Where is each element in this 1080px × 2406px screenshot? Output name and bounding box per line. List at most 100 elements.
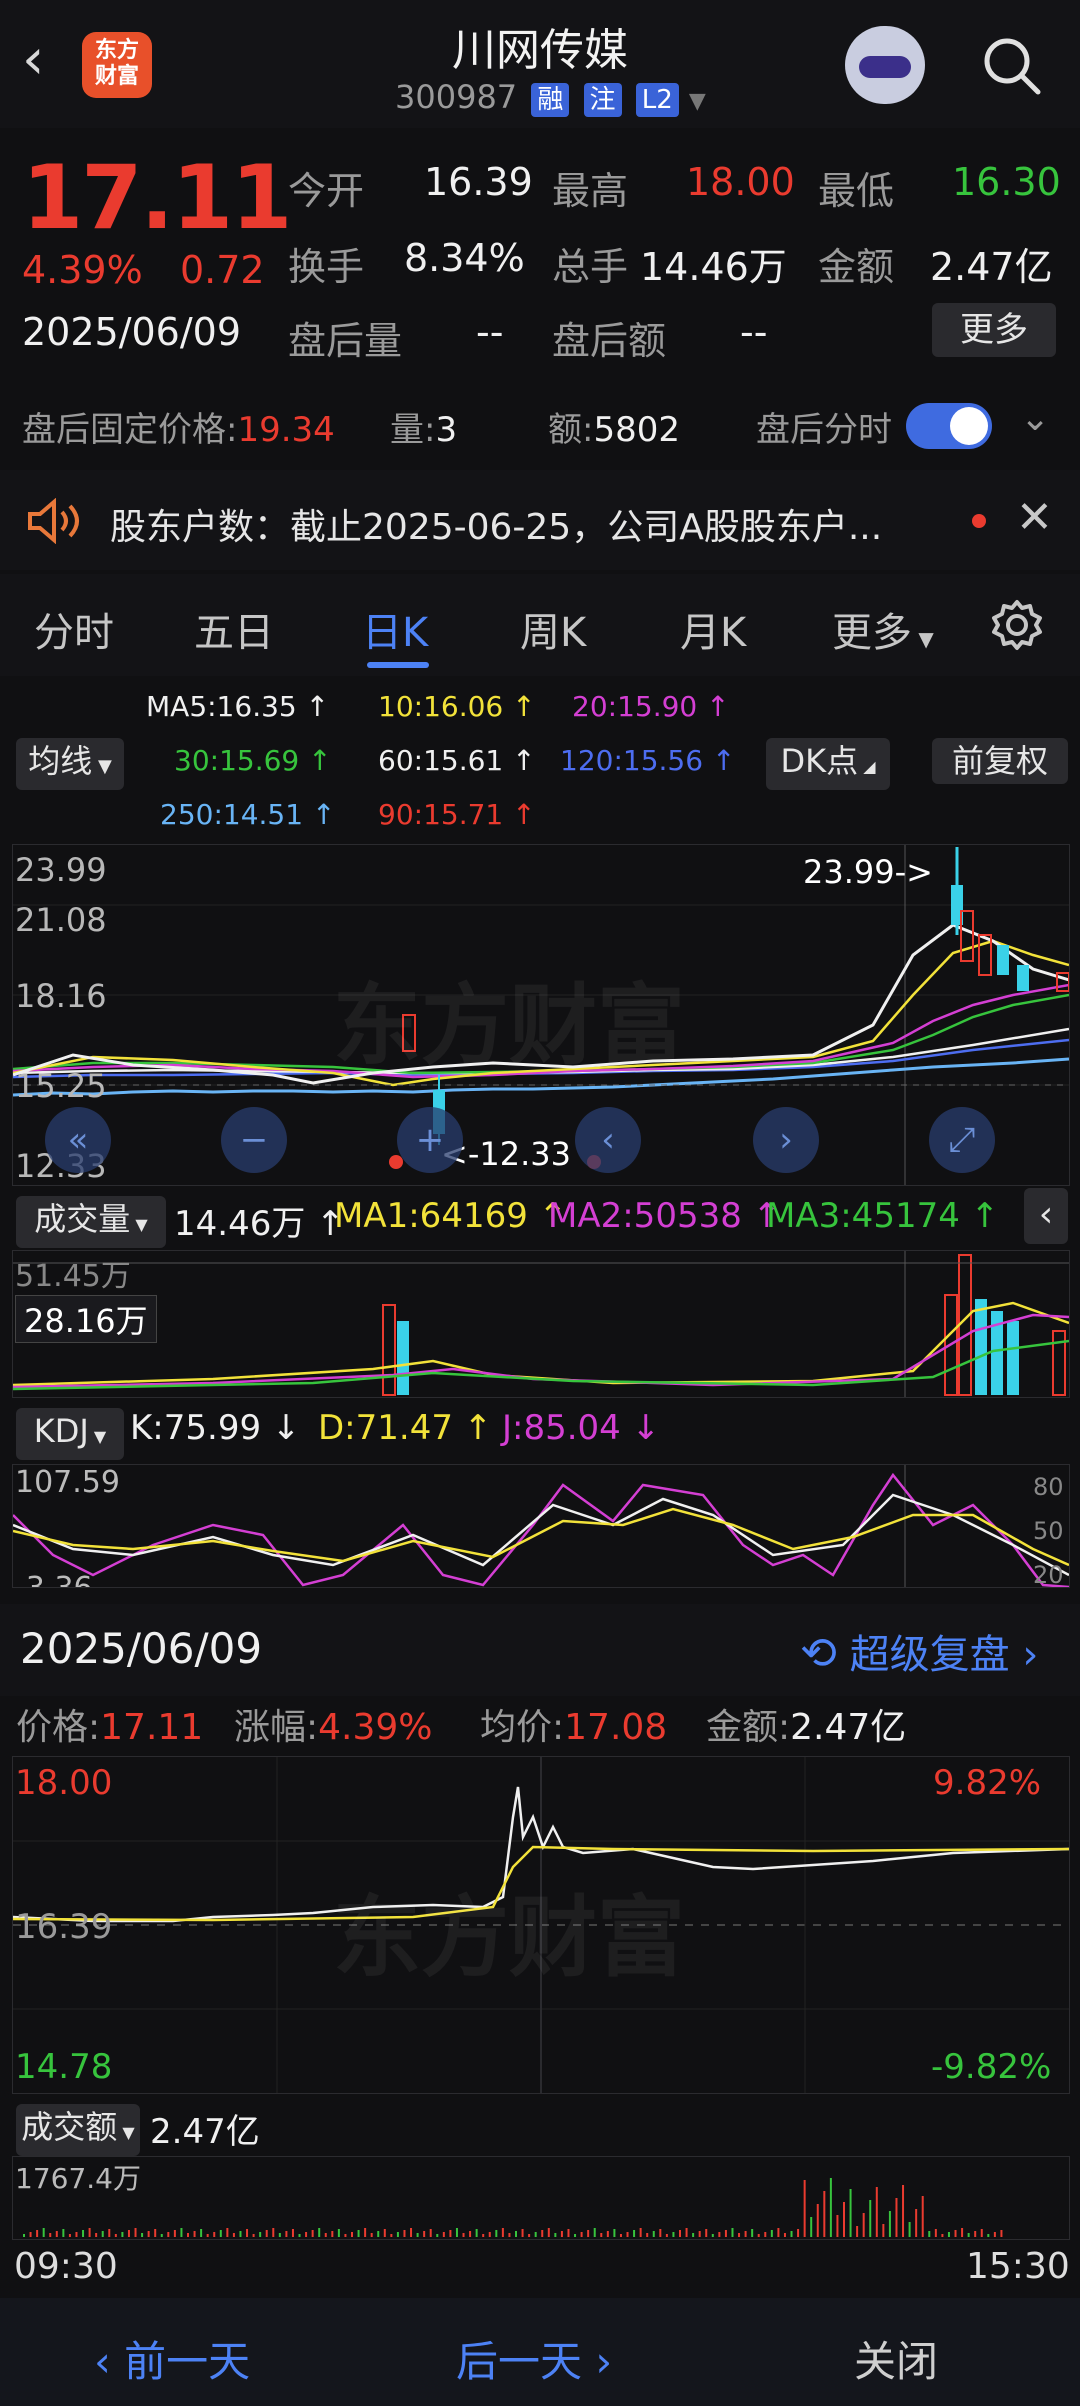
amount-bar xyxy=(252,2234,255,2237)
tab-monthly-k[interactable]: 月K xyxy=(680,600,746,658)
amount-indicator-button[interactable]: 成交额 ▼ xyxy=(16,2104,140,2156)
amount-bar xyxy=(187,2233,189,2237)
close-icon[interactable]: ✕ xyxy=(1016,492,1053,543)
fullscreen-icon[interactable]: ⤢ xyxy=(929,1107,995,1173)
kdj-axis-top: 107.59 xyxy=(15,1465,120,1500)
intraday-low: 14.78 xyxy=(15,2047,113,2087)
turnover-label: 换手 xyxy=(288,245,365,289)
detail-header: 2025/06/09 ⟲ 超级复盘 › xyxy=(0,1604,1080,1696)
tab-five-day[interactable]: 五日 xyxy=(194,600,274,658)
close-button[interactable]: 关闭 xyxy=(854,2328,938,2389)
amount-bar xyxy=(95,2233,98,2237)
amount-bar xyxy=(692,2233,695,2237)
ma-settings-button[interactable]: 均线 ▼ xyxy=(16,738,124,790)
kdj-indicator-button[interactable]: KDJ ▼ xyxy=(16,1408,124,1460)
amount-bar xyxy=(42,2228,45,2237)
chevron-left-icon[interactable]: ‹ xyxy=(575,1107,641,1173)
ah-price: 19.34 xyxy=(237,410,335,450)
amount-bar xyxy=(718,2232,721,2237)
volume-chart: 51.45万 28.16万 xyxy=(12,1250,1070,1398)
amount-bar xyxy=(534,2232,537,2237)
amount-bar xyxy=(515,2231,517,2237)
zoom-in-icon[interactable]: + xyxy=(397,1107,463,1173)
chevron-right-icon: › xyxy=(1022,1632,1039,1678)
amount-bar xyxy=(843,2202,845,2237)
previous-day-button[interactable]: ‹ 前一天 xyxy=(94,2328,250,2389)
super-replay-link[interactable]: ⟲ 超级复盘 › xyxy=(800,1622,1038,1680)
amount-bar xyxy=(580,2232,583,2237)
amount-bar xyxy=(429,2229,432,2237)
amount-value: 2.47亿 xyxy=(150,2112,260,2152)
amount-bar xyxy=(475,2229,478,2237)
double-chevron-left-icon[interactable]: « xyxy=(45,1107,111,1173)
amount-bar xyxy=(305,2232,308,2237)
amount-bar xyxy=(652,2231,655,2237)
next-day-button[interactable]: 后一天 › xyxy=(456,2328,612,2389)
amount-value: 2.47亿 xyxy=(930,245,1053,289)
volume-indicator-button[interactable]: 成交量 ▼ xyxy=(16,1196,166,1248)
amount-bar xyxy=(803,2180,806,2237)
kline-chart[interactable]: 23.99 21.08 18.16 15.25 12.33 23.99-> <-… xyxy=(12,844,1070,1186)
volume-cursor-label: 28.16万 xyxy=(15,1295,157,1343)
amount-bar xyxy=(154,2229,157,2237)
ah-amt-label: 额: xyxy=(548,410,594,450)
amount-bar xyxy=(757,2234,760,2237)
amount-bar xyxy=(921,2196,924,2237)
ah-price-label: 盘后固定价格: xyxy=(22,410,238,450)
amount-bar xyxy=(915,2209,918,2237)
adjust-button[interactable]: 前复权 xyxy=(932,738,1068,784)
amount-bar xyxy=(521,2229,524,2237)
amount-bar xyxy=(619,2234,622,2237)
tab-intraday[interactable]: 分时 xyxy=(34,600,114,658)
amount-bar xyxy=(738,2233,741,2237)
amount-bar xyxy=(508,2233,511,2237)
detail-avg: 均价:17.08 xyxy=(480,1707,668,1748)
assistant-robot-icon[interactable] xyxy=(845,26,925,104)
intraday-chart[interactable]: 18.00 16.39 14.78 9.82% -9.82% 东方财富 xyxy=(12,1756,1070,2094)
amount-bar xyxy=(829,2178,832,2237)
amount-bar xyxy=(318,2228,321,2237)
ma30-label: 30:15.69 ↑ xyxy=(174,744,332,777)
amount-bar xyxy=(29,2232,32,2237)
amount-bar xyxy=(600,2233,603,2237)
chevron-right-icon[interactable]: › xyxy=(753,1107,819,1173)
tab-more-label: 更多 xyxy=(832,610,912,656)
kline-watermark: 东方财富 xyxy=(333,974,686,1077)
search-icon[interactable] xyxy=(980,34,1044,98)
amount-bar xyxy=(141,2233,144,2237)
amount-bar xyxy=(823,2191,826,2237)
after-hours-toggle[interactable] xyxy=(906,403,992,449)
amount-bar xyxy=(790,2231,793,2237)
caret-down-icon[interactable]: ▼ xyxy=(689,89,706,114)
amount-bar xyxy=(902,2185,905,2237)
next-day-label: 后一天 xyxy=(456,2337,583,2386)
amount-bar xyxy=(462,2233,465,2237)
amount-svg xyxy=(23,2178,1003,2237)
chart-tabs: 分时 五日 日K 周K 月K 更多 ▼ xyxy=(0,574,1080,676)
kline-max-marker: 23.99-> xyxy=(803,853,933,891)
zoom-out-icon[interactable]: − xyxy=(221,1107,287,1173)
amount-bar xyxy=(993,2232,996,2237)
gear-icon[interactable] xyxy=(990,598,1044,652)
tab-more[interactable]: 更多 ▼ xyxy=(832,600,934,658)
tab-weekly-k[interactable]: 周K xyxy=(520,600,586,658)
chevron-down-icon[interactable]: ⌄ xyxy=(1020,398,1050,439)
kdj-j: J:85.04 ↓ xyxy=(502,1408,661,1448)
tab-daily-k[interactable]: 日K xyxy=(362,600,428,658)
amount-bar xyxy=(351,2232,353,2237)
more-button[interactable]: 更多 xyxy=(932,303,1056,357)
notice-bar[interactable]: 股东户数：截止2025-06-25，公司A股股东户... ✕ xyxy=(0,470,1080,570)
amount-bar xyxy=(173,2230,176,2237)
amount-bar xyxy=(482,2234,485,2237)
collapse-panel-icon[interactable]: ‹ xyxy=(1024,1188,1068,1244)
intraday-high: 18.00 xyxy=(15,1763,113,1803)
amount-bar xyxy=(423,2231,426,2237)
amount-bar xyxy=(613,2229,616,2237)
amount-bar xyxy=(101,2231,104,2237)
dk-point-button[interactable]: DK点 ◢ xyxy=(766,738,890,790)
time-start: 09:30 xyxy=(14,2246,118,2287)
volume-svg xyxy=(12,1251,1070,1397)
amount-bar xyxy=(528,2234,531,2237)
amount-bar xyxy=(888,2211,891,2237)
tag-margin: 融 xyxy=(531,83,570,117)
